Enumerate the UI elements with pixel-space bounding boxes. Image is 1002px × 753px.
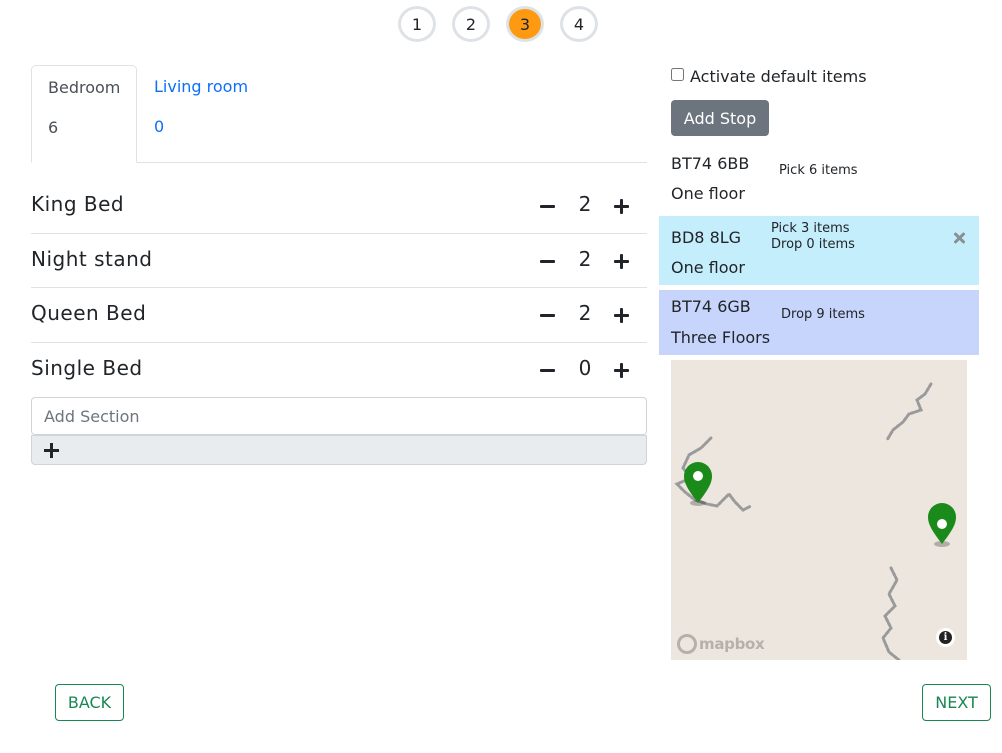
stop-floor: One floor bbox=[671, 258, 745, 277]
map-road bbox=[881, 566, 901, 660]
stop-card[interactable]: BT74 6BB One floor Pick 6 items bbox=[659, 146, 979, 212]
item-name: King Bed bbox=[31, 192, 125, 216]
mapbox-logo-text: mapbox bbox=[699, 635, 765, 653]
mapbox-logo[interactable]: mapbox bbox=[677, 634, 765, 654]
info-glyph: i bbox=[943, 632, 948, 643]
increment-button[interactable] bbox=[612, 193, 632, 219]
increment-button[interactable] bbox=[612, 302, 632, 328]
step-4[interactable]: 4 bbox=[560, 6, 598, 42]
add-section-input[interactable] bbox=[31, 397, 647, 435]
step-indicator: 1 2 3 4 bbox=[398, 6, 598, 42]
increment-button[interactable] bbox=[612, 357, 632, 383]
item-row-queen-bed: Queen Bed 2 bbox=[31, 288, 647, 344]
stop-postcode: BT74 6BB bbox=[671, 154, 750, 173]
stop-action: Pick 6 items bbox=[779, 163, 858, 178]
tab-label: Living room bbox=[154, 77, 249, 96]
map-marker-2 bbox=[928, 503, 956, 547]
stop-card-highlighted[interactable]: BT74 6GB Three Floors Drop 9 items bbox=[659, 290, 979, 355]
decrement-button[interactable] bbox=[538, 193, 558, 219]
stop-floor: Three Floors bbox=[671, 328, 771, 347]
item-row-single-bed: Single Bed 0 bbox=[31, 343, 647, 398]
stop-floor: One floor bbox=[671, 184, 745, 203]
tab-label: Bedroom bbox=[48, 78, 121, 97]
item-list: King Bed 2 Night stand 2 Queen Bed 2 Sin… bbox=[31, 179, 647, 398]
item-count: 2 bbox=[578, 246, 592, 271]
next-button[interactable]: NEXT bbox=[922, 684, 991, 721]
tab-bedroom[interactable]: Bedroom 6 bbox=[31, 65, 137, 163]
item-row-night-stand: Night stand 2 bbox=[31, 234, 647, 289]
decrement-button[interactable] bbox=[538, 248, 558, 274]
item-count: 0 bbox=[578, 356, 592, 381]
route-map[interactable]: mapbox i bbox=[671, 360, 967, 660]
step-3[interactable]: 3 bbox=[506, 6, 544, 42]
item-name: Queen Bed bbox=[31, 301, 147, 326]
map-road bbox=[885, 382, 933, 442]
default-items-checkbox[interactable] bbox=[671, 68, 684, 81]
item-count: 2 bbox=[578, 301, 592, 326]
tab-living-room[interactable]: Living room 0 bbox=[138, 65, 264, 163]
plus-icon bbox=[44, 443, 59, 458]
item-count: 2 bbox=[578, 192, 592, 216]
stop-action: Drop 0 items bbox=[771, 237, 855, 252]
back-button[interactable]: BACK bbox=[55, 684, 124, 721]
attribution-info-icon[interactable]: i bbox=[936, 628, 955, 647]
add-stop-button[interactable]: Add Stop bbox=[671, 100, 769, 136]
step-2[interactable]: 2 bbox=[452, 6, 490, 42]
tab-count: 0 bbox=[154, 117, 165, 136]
default-items-toggle[interactable]: Activate default items bbox=[671, 67, 867, 86]
tab-count: 6 bbox=[48, 118, 59, 137]
item-name: Night stand bbox=[31, 246, 153, 271]
step-1[interactable]: 1 bbox=[398, 6, 436, 42]
item-row-king-bed: King Bed 2 bbox=[31, 179, 647, 234]
map-canvas bbox=[674, 382, 956, 660]
increment-button[interactable] bbox=[612, 248, 632, 274]
remove-stop-icon[interactable] bbox=[951, 230, 967, 246]
mapbox-logo-icon bbox=[677, 634, 697, 654]
stop-card-selected[interactable]: BD8 8LG One floor Pick 3 items Drop 0 it… bbox=[659, 216, 979, 285]
decrement-button[interactable] bbox=[538, 302, 558, 328]
map-marker-1 bbox=[684, 462, 712, 506]
add-section-button[interactable] bbox=[31, 435, 647, 465]
stop-postcode: BD8 8LG bbox=[671, 228, 742, 247]
decrement-button[interactable] bbox=[538, 357, 558, 383]
room-tabs: Bedroom 6 Living room 0 bbox=[31, 65, 647, 163]
stop-action: Drop 9 items bbox=[781, 307, 865, 322]
default-items-label: Activate default items bbox=[690, 67, 867, 86]
stop-action: Pick 3 items bbox=[771, 221, 850, 236]
stop-postcode: BT74 6GB bbox=[671, 297, 751, 316]
item-name: Single Bed bbox=[31, 356, 143, 381]
